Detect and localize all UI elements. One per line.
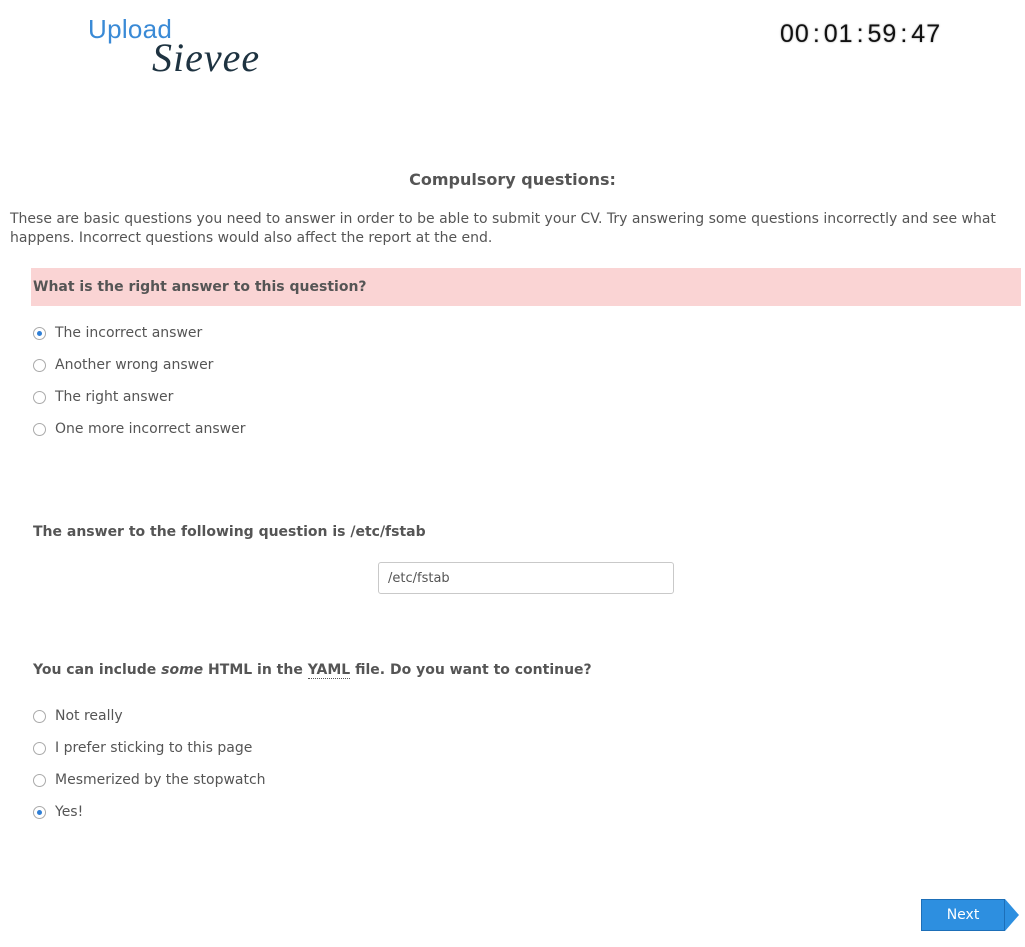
radio-button[interactable] [33, 326, 46, 340]
radio-button[interactable] [33, 358, 46, 372]
option-label: Mesmerized by the stopwatch [55, 772, 266, 788]
next-button[interactable]: Next [921, 899, 1005, 931]
question-3-option[interactable]: I prefer sticking to this page [33, 732, 266, 764]
intro-text: These are basic questions you need to an… [10, 211, 996, 246]
title-text: HTML in the [203, 662, 308, 678]
stopwatch-separator: : [856, 20, 865, 48]
question-3-option[interactable]: Mesmerized by the stopwatch [33, 764, 266, 796]
yaml-abbreviation: YAML [307, 662, 351, 679]
logo: Upload Sievee [88, 14, 268, 80]
question-1-option[interactable]: The right answer [33, 381, 245, 413]
radio-button[interactable] [33, 805, 46, 819]
radio-button[interactable] [33, 773, 46, 787]
arrow-right-icon[interactable] [1005, 899, 1019, 931]
option-label: Another wrong answer [55, 357, 214, 373]
radio-button[interactable] [33, 390, 46, 404]
question-3-option[interactable]: Not really [33, 700, 266, 732]
question-1-options: The incorrect answer Another wrong answe… [33, 317, 245, 445]
question-3-title: You can include some HTML in the YAML fi… [31, 662, 1021, 679]
question-1-option[interactable]: Another wrong answer [33, 349, 245, 381]
question-3-option[interactable]: Yes! [33, 796, 266, 828]
stopwatch: 00:01:59:47 [780, 20, 941, 49]
page-title: Compulsory questions: [409, 170, 616, 189]
question-1-option[interactable]: One more incorrect answer [33, 413, 245, 445]
stopwatch-seconds: 59 [867, 20, 898, 48]
title-text: You can include [33, 662, 162, 678]
question-3-options: Not really I prefer sticking to this pag… [33, 700, 266, 828]
question-2-title: The answer to the following question is … [33, 524, 426, 540]
question-1-title: What is the right answer to this questio… [31, 268, 1021, 306]
option-label: Yes! [55, 804, 84, 820]
option-label: The right answer [55, 389, 174, 405]
option-label: One more incorrect answer [55, 421, 246, 437]
stopwatch-centis: 47 [911, 20, 942, 48]
logo-sievee-text: Sievee [152, 35, 261, 80]
radio-button[interactable] [33, 741, 46, 755]
stopwatch-separator: : [812, 20, 821, 48]
stopwatch-hours: 00 [780, 20, 810, 48]
stopwatch-minutes: 01 [823, 20, 854, 48]
option-label: Not really [55, 708, 123, 724]
radio-button[interactable] [33, 709, 46, 723]
answer-input[interactable] [378, 562, 674, 594]
stopwatch-separator: : [900, 20, 909, 48]
title-emphasis: some [161, 662, 204, 678]
radio-button[interactable] [33, 422, 46, 436]
next-button-wrapper[interactable]: Next [921, 899, 1021, 931]
option-label: The incorrect answer [55, 325, 203, 341]
option-label: I prefer sticking to this page [55, 740, 253, 756]
question-1-option[interactable]: The incorrect answer [33, 317, 245, 349]
title-text: file. Do you want to continue? [350, 662, 592, 678]
